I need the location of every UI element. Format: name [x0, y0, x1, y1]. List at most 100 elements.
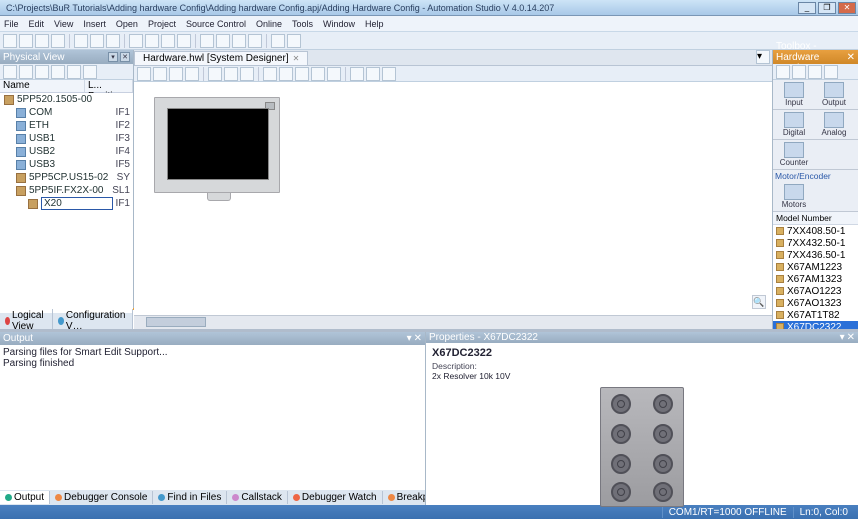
- output-tab[interactable]: Callstack: [227, 491, 288, 504]
- toolbar-button[interactable]: [248, 34, 262, 48]
- catalog-item[interactable]: X67AT1T82: [773, 309, 858, 321]
- close-icon[interactable]: ✕: [293, 54, 300, 63]
- toolbar-button[interactable]: [169, 67, 183, 81]
- tree-item[interactable]: 5PP5CP.US15-02SY: [0, 171, 133, 184]
- catalog-item[interactable]: X67AM1223: [773, 261, 858, 273]
- panel-close-icon[interactable]: ✕: [847, 332, 855, 343]
- toolbar-button[interactable]: [19, 65, 33, 79]
- toolbox-category[interactable]: Counter: [775, 142, 813, 167]
- toolbar-button[interactable]: [137, 67, 151, 81]
- maximize-button[interactable]: ❐: [818, 2, 836, 14]
- toolbox-category[interactable]: Analog: [815, 112, 853, 137]
- panel-pin-icon[interactable]: ▾: [407, 333, 412, 344]
- menu-file[interactable]: File: [4, 19, 19, 29]
- toolbar-button[interactable]: [382, 67, 396, 81]
- toolbar-button[interactable]: [185, 67, 199, 81]
- toolbar-button[interactable]: [224, 67, 238, 81]
- toolbar-button[interactable]: [824, 65, 838, 79]
- toolbox-category[interactable]: Output: [815, 82, 853, 107]
- panel-pin-icon[interactable]: ▾: [840, 332, 845, 343]
- panel-pin-icon[interactable]: ▾: [108, 52, 118, 62]
- toolbar-button[interactable]: [74, 34, 88, 48]
- output-tab[interactable]: Breakpoints: [383, 491, 425, 504]
- tree-item[interactable]: X20IF1: [0, 197, 133, 210]
- zoom-icon[interactable]: 🔍: [752, 295, 766, 309]
- menu-help[interactable]: Help: [365, 19, 384, 29]
- output-tab[interactable]: Find in Files: [153, 491, 227, 504]
- menu-open[interactable]: Open: [116, 19, 138, 29]
- toolbox-category[interactable]: Input: [775, 82, 813, 107]
- catalog-item[interactable]: X67AO1223: [773, 285, 858, 297]
- toolbar-button[interactable]: [153, 67, 167, 81]
- tree-item[interactable]: USB2IF4: [0, 145, 133, 158]
- output-body[interactable]: Parsing files for Smart Edit Support... …: [0, 345, 425, 490]
- toolbox-category[interactable]: Digital: [775, 112, 813, 137]
- minimize-button[interactable]: _: [798, 2, 816, 14]
- scrollbar-thumb[interactable]: [146, 317, 206, 327]
- catalog-item[interactable]: 7XX432.50-1: [773, 237, 858, 249]
- toolbar-button[interactable]: [51, 34, 65, 48]
- output-tab[interactable]: Output: [0, 491, 50, 504]
- tree-item[interactable]: 5PP520.1505-00: [0, 93, 133, 106]
- toolbar-button[interactable]: [3, 34, 17, 48]
- menu-edit[interactable]: Edit: [29, 19, 45, 29]
- menu-sourcecontrol[interactable]: Source Control: [186, 19, 246, 29]
- toolbar-button[interactable]: [792, 65, 806, 79]
- catalog-item[interactable]: 7XX436.50-1: [773, 249, 858, 261]
- toolbar-button[interactable]: [83, 65, 97, 79]
- toolbar-button[interactable]: [279, 67, 293, 81]
- toolbar-button[interactable]: [51, 65, 65, 79]
- document-tab[interactable]: Hardware.hwl [System Designer] ✕: [134, 51, 308, 65]
- tree-item[interactable]: USB1IF3: [0, 132, 133, 145]
- toolbar-button[interactable]: [776, 65, 790, 79]
- toolbar-button[interactable]: [106, 34, 120, 48]
- toolbar-button[interactable]: [240, 67, 254, 81]
- toolbar-button[interactable]: [208, 67, 222, 81]
- design-canvas[interactable]: 🔍: [134, 82, 772, 315]
- device-panel[interactable]: [154, 97, 284, 205]
- toolbar-button[interactable]: [67, 65, 81, 79]
- toolbox-category[interactable]: Motors: [775, 184, 813, 209]
- output-tab[interactable]: Debugger Console: [50, 491, 153, 504]
- toolbar-button[interactable]: [216, 34, 230, 48]
- hardware-tree[interactable]: 5PP520.1505-00COMIF1ETHIF2USB1IF3USB2IF4…: [0, 93, 133, 313]
- menu-view[interactable]: View: [54, 19, 73, 29]
- toolbar-button[interactable]: [19, 34, 33, 48]
- toolbar-button[interactable]: [35, 65, 49, 79]
- menu-window[interactable]: Window: [323, 19, 355, 29]
- output-tab[interactable]: Debugger Watch: [288, 491, 383, 504]
- menu-online[interactable]: Online: [256, 19, 282, 29]
- catalog-item[interactable]: X67AM1323: [773, 273, 858, 285]
- catalog-item[interactable]: X67DC2322: [773, 321, 858, 329]
- toolbar-button[interactable]: [350, 67, 364, 81]
- toolbar-button[interactable]: [327, 67, 341, 81]
- toolbar-button[interactable]: [161, 34, 175, 48]
- tree-item[interactable]: COMIF1: [0, 106, 133, 119]
- toolbar-button[interactable]: [263, 67, 277, 81]
- tree-item[interactable]: 5PP5IF.FX2X-00SL1: [0, 184, 133, 197]
- toolbar-button[interactable]: [366, 67, 380, 81]
- toolbar-button[interactable]: [200, 34, 214, 48]
- tree-item[interactable]: USB3IF5: [0, 158, 133, 171]
- panel-close-icon[interactable]: ✕: [847, 52, 855, 63]
- toolbar-button[interactable]: [287, 34, 301, 48]
- toolbar-button[interactable]: [808, 65, 822, 79]
- catalog-list-header[interactable]: Model Number: [773, 212, 858, 225]
- menu-tools[interactable]: Tools: [292, 19, 313, 29]
- toolbar-button[interactable]: [311, 67, 325, 81]
- tabbar-dropdown-icon[interactable]: ▾: [756, 50, 770, 64]
- panel-close-icon[interactable]: ✕: [120, 52, 130, 62]
- toolbar-button[interactable]: [35, 34, 49, 48]
- col-position[interactable]: L... Position: [85, 80, 133, 92]
- catalog-item[interactable]: 7XX408.50-1: [773, 225, 858, 237]
- tree-item[interactable]: ETHIF2: [0, 119, 133, 132]
- horizontal-scrollbar[interactable]: [134, 315, 772, 329]
- toolbar-button[interactable]: [295, 67, 309, 81]
- catalog-list[interactable]: 7XX408.50-17XX432.50-17XX436.50-1X67AM12…: [773, 225, 858, 329]
- toolbar-button[interactable]: [232, 34, 246, 48]
- panel-close-icon[interactable]: ✕: [414, 333, 422, 344]
- toolbar-button[interactable]: [271, 34, 285, 48]
- menu-project[interactable]: Project: [148, 19, 176, 29]
- menu-insert[interactable]: Insert: [83, 19, 106, 29]
- toolbar-button[interactable]: [129, 34, 143, 48]
